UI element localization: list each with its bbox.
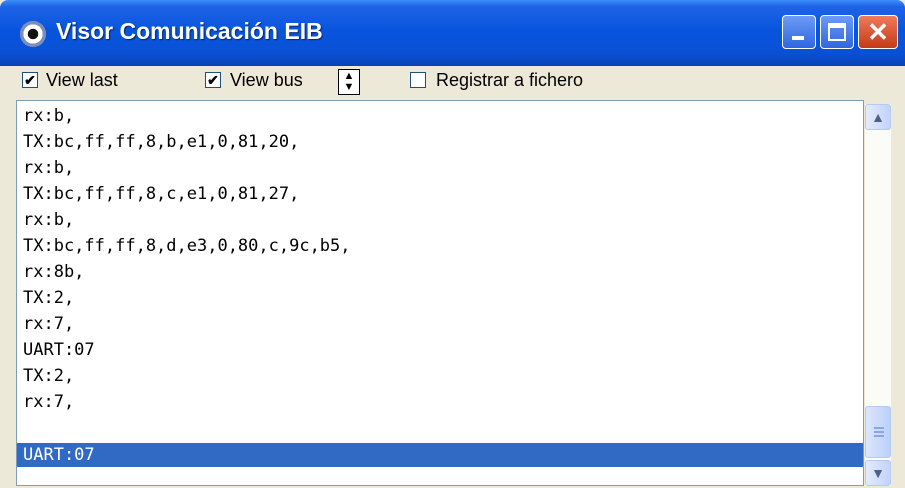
- list-item[interactable]: TX:bc,ff,ff,8,b,e1,0,81,20,: [17, 130, 863, 154]
- title-bar[interactable]: Visor Comunicación EIB ✕: [0, 0, 905, 66]
- grip-line: [874, 435, 884, 437]
- view-last-label[interactable]: View last: [46, 70, 118, 91]
- list-item[interactable]: rx:b,: [17, 156, 863, 180]
- log-list[interactable]: rx:b, TX:bc,ff,ff,8,b,e1,0,81,20, rx:b, …: [16, 100, 864, 486]
- list-item[interactable]: TX:2,: [17, 286, 863, 310]
- registrar-label[interactable]: Registrar a fichero: [436, 70, 583, 91]
- scroll-up-button[interactable]: ▲: [865, 104, 891, 130]
- toolbar: ✔ View last ✔ View bus ▲ ▼ Registrar a fi…: [0, 66, 905, 96]
- minimize-icon: [792, 36, 804, 40]
- maximize-button[interactable]: [820, 15, 854, 49]
- list-item[interactable]: rx:b,: [17, 208, 863, 232]
- grip-line: [874, 431, 884, 433]
- maximize-icon: [828, 23, 846, 41]
- bus-spinner[interactable]: ▲ ▼: [338, 69, 360, 95]
- view-last-checkbox[interactable]: ✔: [22, 72, 38, 88]
- chevron-down-icon: ▼: [871, 465, 885, 481]
- close-icon: ✕: [867, 17, 889, 47]
- view-bus-label[interactable]: View bus: [230, 70, 303, 91]
- registrar-checkbox[interactable]: [410, 72, 426, 88]
- vertical-scrollbar[interactable]: ▲ ▼: [865, 104, 891, 486]
- list-item[interactable]: rx:8b,: [17, 260, 863, 284]
- scroll-down-button[interactable]: ▼: [865, 460, 891, 486]
- chevron-up-icon: ▲: [871, 109, 885, 125]
- up-down-arrows-icon: ▲ ▼: [343, 70, 355, 93]
- eye-icon: [20, 21, 46, 47]
- list-item[interactable]: TX:2,: [17, 364, 863, 388]
- view-bus-checkbox[interactable]: ✔: [205, 72, 221, 88]
- list-item[interactable]: TX:bc,ff,ff,8,c,e1,0,81,27,: [17, 182, 863, 206]
- list-item[interactable]: rx:7,: [17, 390, 863, 414]
- list-item[interactable]: rx:b,: [17, 104, 863, 128]
- grip-line: [874, 427, 884, 429]
- close-button[interactable]: ✕: [858, 15, 898, 49]
- window-title: Visor Comunicación EIB: [56, 18, 323, 44]
- list-item[interactable]: TX:bc,ff,ff,8,d,e3,0,80,c,9c,b5,: [17, 234, 863, 258]
- scroll-thumb[interactable]: [865, 406, 891, 458]
- list-item-selected[interactable]: UART:07: [17, 443, 863, 467]
- list-item[interactable]: UART:07: [17, 338, 863, 362]
- list-item[interactable]: rx:7,: [17, 312, 863, 336]
- minimize-button[interactable]: [782, 15, 816, 49]
